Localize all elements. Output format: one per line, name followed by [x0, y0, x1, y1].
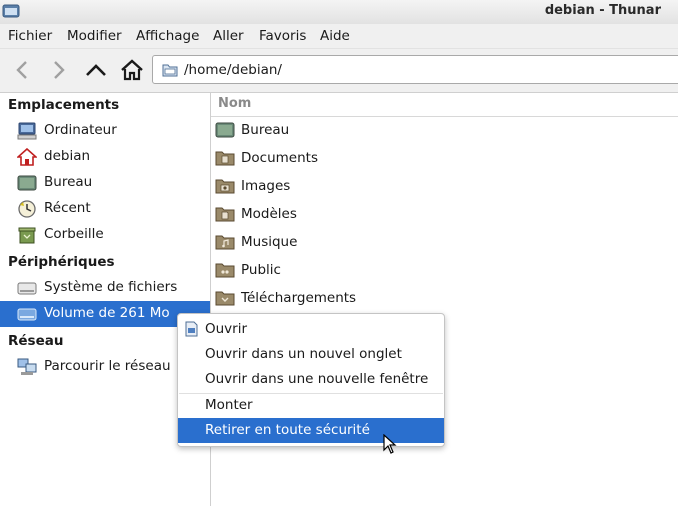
sidebar-item-label: Système de fichiers — [44, 279, 178, 295]
menu-item-monter[interactable]: Monter — [178, 393, 444, 418]
menu-item-label: Ouvrir dans un nouvel onglet — [205, 346, 402, 362]
menu-item-label: Ouvrir dans une nouvelle fenêtre — [205, 371, 429, 387]
sidebar-item-label: Volume de 261 Mo — [44, 305, 170, 321]
file-name: Modèles — [241, 206, 297, 222]
home-icon — [121, 59, 143, 81]
section-emplacements: Emplacements — [8, 97, 120, 113]
network-icon — [17, 358, 37, 375]
sidebar-item-debian[interactable]: debian — [0, 144, 210, 170]
back-button[interactable] — [8, 56, 38, 84]
menu-fichier[interactable]: Fichier — [8, 28, 52, 44]
location-path: /home/debian/ — [184, 62, 282, 78]
context-menu: Ouvrir Ouvrir dans un nouvel onglet Ouvr… — [177, 313, 445, 447]
menu-modifier[interactable]: Modifier — [67, 28, 122, 44]
file-name: Bureau — [241, 122, 290, 138]
desktop-icon — [17, 175, 37, 191]
list-item[interactable]: Bureau — [211, 116, 678, 144]
section-peripheriques: Périphériques — [8, 254, 115, 270]
arrow-right-icon — [54, 61, 65, 79]
drive-icon — [17, 308, 37, 321]
mouse-cursor-icon — [383, 434, 397, 454]
menu-item-ouvrir[interactable]: Ouvrir — [178, 317, 444, 342]
list-item[interactable]: Téléchargements — [211, 284, 678, 312]
menu-item-label: Retirer en toute sécurité — [205, 422, 370, 438]
recent-clock-icon — [18, 200, 36, 218]
menu-item-retirer-en-toute-securite[interactable]: Retirer en toute sécurité — [178, 418, 444, 443]
window-title: debian - Thunar — [544, 3, 661, 18]
list-item[interactable]: Public — [211, 256, 678, 284]
sidebar-item-label: Bureau — [44, 174, 93, 190]
menu-bar: Fichier Modifier Affichage Aller Favoris… — [0, 24, 678, 49]
sidebar-item-recent[interactable]: Récent — [0, 196, 210, 222]
list-item[interactable]: Modèles — [211, 200, 678, 228]
column-name-header: Nom — [218, 96, 252, 111]
column-header[interactable]: Nom — [211, 93, 678, 117]
sidebar-item-label: Parcourir le réseau — [44, 358, 171, 374]
home-button[interactable] — [117, 56, 147, 84]
sidebar-item-label: Récent — [44, 200, 91, 216]
title-bar: debian - Thunar — [0, 0, 678, 25]
menu-affichage[interactable]: Affichage — [136, 28, 199, 44]
menu-aide[interactable]: Aide — [320, 28, 350, 44]
folder-documents-icon — [215, 151, 235, 166]
arrow-left-icon — [16, 61, 27, 79]
up-button[interactable] — [81, 56, 111, 84]
sidebar-item-systeme-de-fichiers[interactable]: Système de fichiers — [0, 275, 210, 301]
folder-icon — [162, 64, 178, 77]
list-item[interactable]: Documents — [211, 144, 678, 172]
arrow-up-icon — [86, 64, 106, 76]
file-name: Public — [241, 262, 281, 278]
toolbar: /home/debian/ — [0, 49, 678, 93]
menu-aller[interactable]: Aller — [213, 28, 244, 44]
open-icon — [185, 321, 198, 337]
sidebar-item-label: Corbeille — [44, 226, 104, 242]
file-name: Documents — [241, 150, 318, 166]
trash-icon — [18, 227, 36, 244]
menu-item-label: Monter — [205, 397, 253, 413]
menu-item-label: Ouvrir — [205, 321, 248, 337]
home-folder-icon — [17, 148, 37, 166]
app-icon — [2, 4, 20, 18]
menu-item-ouvrir-nouvelle-fenetre[interactable]: Ouvrir dans une nouvelle fenêtre — [178, 367, 444, 392]
file-name: Téléchargements — [241, 290, 357, 306]
folder-public-icon — [215, 263, 235, 278]
drive-icon — [17, 282, 37, 295]
sidebar-item-corbeille[interactable]: Corbeille — [0, 222, 210, 248]
desktop-icon — [215, 122, 235, 138]
sidebar-item-label: Ordinateur — [44, 122, 117, 138]
folder-download-icon — [215, 291, 235, 306]
file-name: Images — [241, 178, 291, 194]
sidebar-item-label: debian — [44, 148, 91, 164]
menu-item-ouvrir-nouvel-onglet[interactable]: Ouvrir dans un nouvel onglet — [178, 342, 444, 367]
section-reseau: Réseau — [8, 333, 64, 349]
list-item[interactable]: Images — [211, 172, 678, 200]
computer-icon — [17, 122, 37, 140]
location-bar[interactable]: /home/debian/ — [152, 55, 678, 84]
sidebar-item-bureau[interactable]: Bureau — [0, 170, 210, 196]
folder-music-icon — [215, 235, 235, 250]
folder-pictures-icon — [215, 179, 235, 194]
menu-favoris[interactable]: Favoris — [259, 28, 306, 44]
sidebar-item-ordinateur[interactable]: Ordinateur — [0, 118, 210, 144]
forward-button[interactable] — [43, 56, 73, 84]
file-name: Musique — [241, 234, 298, 250]
folder-templates-icon — [215, 207, 235, 222]
list-item[interactable]: Musique — [211, 228, 678, 256]
